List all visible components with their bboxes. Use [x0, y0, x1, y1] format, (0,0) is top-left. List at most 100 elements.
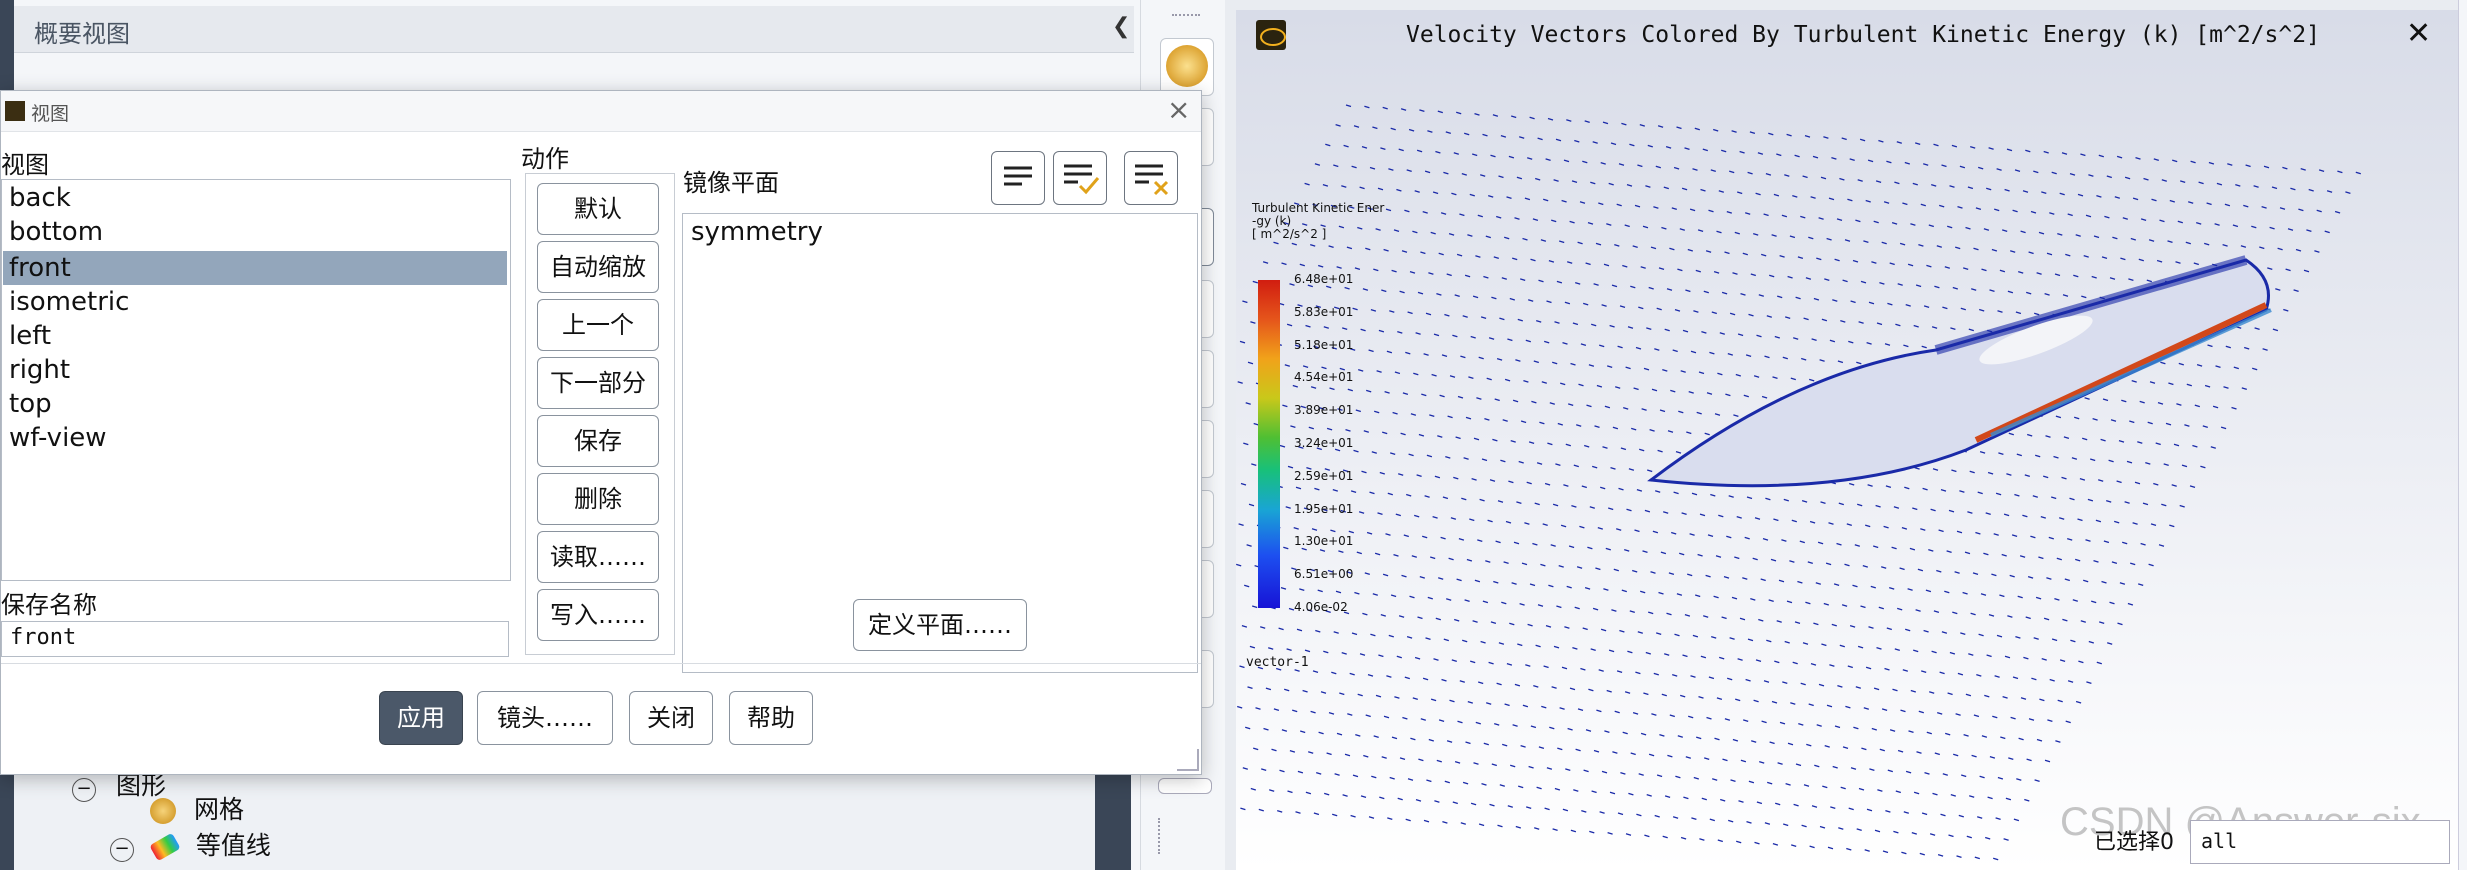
vector-glyph [1552, 503, 1559, 507]
tree-item-mesh[interactable]: 网格 [150, 790, 244, 826]
drag-handle-icon[interactable] [1158, 818, 1166, 854]
vector-glyph [1722, 758, 1728, 762]
vector-glyph [1795, 296, 1801, 300]
vector-glyph [1800, 215, 1806, 219]
vector-glyph [1304, 182, 1310, 186]
save-name-input[interactable]: front [1, 621, 509, 657]
vector-glyph [1642, 550, 1648, 554]
check-all-button[interactable] [1053, 151, 1107, 205]
collapse-icon[interactable]: − [72, 778, 96, 802]
vector-glyph [1687, 248, 1693, 252]
vector-glyph [1784, 640, 1790, 644]
vector-glyph [1696, 411, 1702, 415]
toolbar-collapse-button[interactable] [1158, 778, 1212, 794]
vector-glyph [1886, 160, 1892, 164]
list-item[interactable]: back [9, 181, 71, 215]
drag-handle-icon[interactable] [1172, 14, 1200, 26]
auto-scale-button[interactable]: 自动缩放 [537, 241, 659, 293]
vector-glyph [2252, 367, 2258, 371]
close-button[interactable]: 关闭 [629, 691, 713, 745]
vector-glyph [1391, 269, 1397, 273]
overview-header[interactable] [14, 6, 1134, 53]
default-button[interactable]: 默认 [537, 183, 659, 235]
vector-glyph [1646, 327, 1652, 331]
vector-glyph [2107, 642, 2113, 645]
vector-glyph [1794, 154, 1800, 158]
tree-scrollbar[interactable] [1095, 770, 1131, 870]
vector-glyph [1832, 299, 1838, 302]
vector-glyph [1847, 198, 1853, 202]
mesh-display-button[interactable] [1160, 38, 1214, 96]
vector-glyph [1480, 174, 1486, 177]
vector-glyph [1604, 405, 1611, 409]
vector-glyph [1582, 627, 1588, 631]
next-part-button[interactable]: 下一部分 [537, 357, 659, 409]
list-item[interactable]: wf-view [9, 421, 107, 455]
vector-glyph [1802, 175, 1808, 179]
list-item[interactable]: bottom [9, 215, 103, 249]
vector-glyph [1728, 819, 1734, 823]
graphics-window[interactable] [1236, 10, 2460, 870]
list-item-selected[interactable]: front [9, 251, 71, 285]
vector-glyph [1480, 640, 1486, 644]
vector-glyph [1583, 302, 1589, 306]
vector-glyph [1292, 709, 1298, 713]
collapse-chevron-icon[interactable]: ❮ [1112, 14, 1130, 39]
write-button[interactable]: 写入…… [537, 589, 659, 641]
vector-glyph [1863, 707, 1869, 710]
save-button[interactable]: 保存 [537, 415, 659, 467]
views-label: 视图 [1, 151, 49, 179]
vector-glyph [1355, 733, 1361, 737]
delete-button[interactable]: 删除 [537, 473, 659, 525]
list-item[interactable]: isometric [9, 285, 129, 319]
vector-glyph [1889, 729, 1896, 732]
vector-glyph [1574, 139, 1580, 143]
vector-glyph [1848, 340, 1854, 344]
deselect-all-button[interactable] [1124, 151, 1178, 205]
vector-glyph [1314, 163, 1321, 166]
vector-glyph [1591, 790, 1597, 794]
vector-glyph [2117, 622, 2123, 626]
close-icon[interactable]: ✕ [2406, 16, 2431, 51]
vector-glyph [1937, 853, 1944, 857]
list-item[interactable]: symmetry [691, 217, 823, 247]
selection-field[interactable]: all [2190, 820, 2450, 864]
previous-button[interactable]: 上一个 [537, 299, 659, 351]
collapse-icon[interactable]: − [110, 838, 134, 862]
resize-grip-icon[interactable] [1177, 749, 1199, 771]
vector-glyph [2156, 259, 2163, 263]
vector-glyph [2030, 535, 2036, 539]
vector-glyph [1493, 580, 1499, 584]
help-button[interactable]: 帮助 [729, 691, 813, 745]
vector-glyph [1287, 790, 1293, 794]
vector-glyph [1453, 152, 1459, 155]
vector-glyph [1536, 786, 1542, 790]
vector-glyph [1281, 729, 1288, 732]
read-button[interactable]: 读取…… [537, 531, 659, 583]
apply-button[interactable]: 应用 [379, 691, 463, 745]
select-all-button[interactable] [991, 151, 1045, 205]
dialog-header[interactable] [1, 91, 1201, 132]
vector-glyph [1755, 659, 1762, 663]
vector-glyph [1244, 584, 1250, 588]
vector-glyph [1772, 376, 1778, 380]
vector-glyph [1510, 764, 1516, 768]
tree-item-contours[interactable]: − 等值线 [110, 826, 271, 862]
vector-glyph [1980, 593, 1987, 596]
vector-glyph [1743, 394, 1749, 398]
vector-glyph [2056, 557, 2062, 561]
list-item[interactable]: left [9, 319, 51, 353]
vector-glyph [1679, 228, 1685, 231]
vector-glyph [1431, 373, 1437, 377]
vector-glyph [2194, 404, 2200, 408]
camera-button[interactable]: 镜头…… [477, 691, 613, 745]
vector-glyph [1661, 226, 1667, 230]
vector-glyph [2054, 597, 2060, 601]
vector-glyph [1241, 624, 1248, 628]
vector-glyph [1405, 351, 1411, 355]
close-icon[interactable]: × [1167, 93, 1190, 126]
list-item[interactable]: right [9, 353, 70, 387]
vector-glyph [1341, 651, 1347, 655]
define-plane-button[interactable]: 定义平面…… [853, 599, 1027, 651]
list-item[interactable]: top [9, 387, 52, 421]
